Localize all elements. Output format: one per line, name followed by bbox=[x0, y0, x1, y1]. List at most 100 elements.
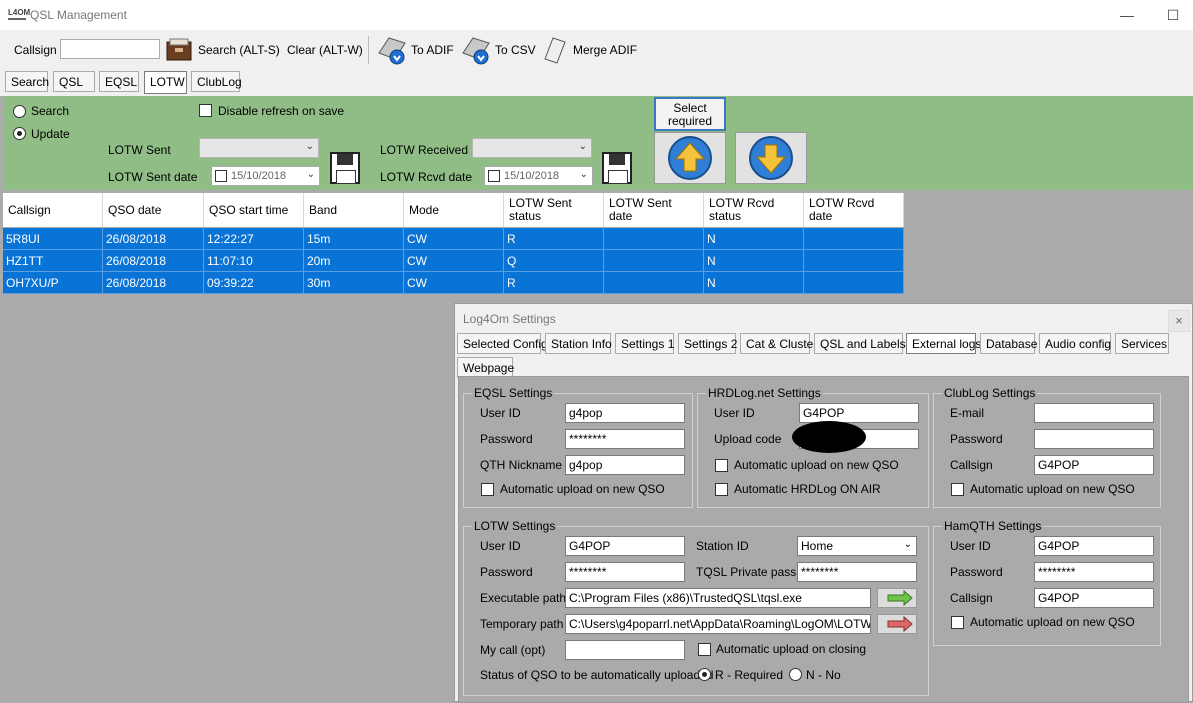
tab-database[interactable]: Database bbox=[980, 333, 1037, 354]
eqsl-auto-upload-checkbox[interactable] bbox=[481, 483, 494, 496]
tab-settings-2[interactable]: Settings 2 bbox=[678, 333, 737, 354]
eqsl-password-input[interactable]: ******** bbox=[565, 429, 685, 449]
hrdlog-onair-checkbox[interactable] bbox=[715, 483, 728, 496]
callsign-input[interactable] bbox=[60, 39, 160, 59]
save-sent-button[interactable] bbox=[330, 152, 360, 184]
toolbar: Callsign Search (ALT-S) Clear (ALT-W) To… bbox=[0, 30, 1193, 70]
radio-label: N - No bbox=[806, 668, 841, 682]
column-header[interactable]: Band bbox=[304, 193, 404, 227]
lotw-rcvd-date-picker[interactable]: 15/10/2018 ⌄ bbox=[484, 166, 593, 186]
auto-upload-closing-checkbox[interactable] bbox=[698, 643, 711, 656]
arrow-down-icon bbox=[749, 136, 793, 180]
eqsl-user-id-input[interactable]: g4pop bbox=[565, 403, 685, 423]
hamqth-callsign-input[interactable]: G4POP bbox=[1034, 588, 1154, 608]
hamqth-user-id-input[interactable]: G4POP bbox=[1034, 536, 1154, 556]
table-row[interactable]: HZ1TT 26/08/2018 11:07:10 20m CW Q N bbox=[3, 250, 904, 272]
tab-eqsl[interactable]: EQSL bbox=[99, 71, 139, 92]
to-csv-button[interactable]: To CSV bbox=[459, 34, 536, 66]
search-button[interactable]: Search (ALT-S) bbox=[164, 34, 280, 66]
search-mode-radio[interactable] bbox=[13, 105, 26, 118]
clublog-password-input[interactable] bbox=[1034, 429, 1154, 449]
move-up-button[interactable] bbox=[654, 132, 726, 184]
update-mode-radio[interactable] bbox=[13, 127, 26, 140]
column-header[interactable]: LOTW Sent date bbox=[604, 193, 704, 227]
column-header[interactable]: QSO start time bbox=[204, 193, 304, 227]
field-label: E-mail bbox=[950, 406, 985, 420]
tab-audio-config[interactable]: Audio config bbox=[1039, 333, 1111, 354]
radio-label: R - Required bbox=[715, 668, 784, 682]
header-label: status bbox=[709, 209, 742, 223]
temporary-path-input[interactable]: C:\Users\g4poparrl.net\AppData\Roaming\L… bbox=[565, 614, 871, 634]
station-id-select[interactable]: Home ⌄ bbox=[797, 536, 917, 556]
tab-lotw[interactable]: LOTW bbox=[144, 71, 187, 94]
cell-band: 20m bbox=[304, 250, 404, 272]
executable-path-input[interactable]: C:\Program Files (x86)\TrustedQSL\tqsl.e… bbox=[565, 588, 871, 608]
clublog-auto-upload-checkbox[interactable] bbox=[951, 483, 964, 496]
tab-selected-config[interactable]: Selected Config bbox=[457, 333, 548, 354]
tab-clublog[interactable]: ClubLog bbox=[191, 71, 242, 92]
tab-cat-cluster[interactable]: Cat & Cluster bbox=[740, 333, 817, 354]
maximize-button[interactable]: ☐ bbox=[1163, 5, 1183, 25]
browse-executable-button[interactable] bbox=[877, 588, 917, 608]
status-required-radio[interactable] bbox=[698, 668, 711, 681]
merge-adif-button[interactable]: Merge ADIF bbox=[541, 34, 637, 66]
field-label: Executable path bbox=[480, 591, 567, 605]
lotw-received-select[interactable]: ⌄ bbox=[472, 138, 592, 158]
column-header[interactable]: LOTW Rcvd status bbox=[704, 193, 804, 227]
field-label: User ID bbox=[950, 539, 991, 553]
to-adif-button[interactable]: To ADIF bbox=[375, 34, 454, 66]
minimize-button[interactable]: — bbox=[1117, 5, 1137, 25]
cell-sent-status: R bbox=[504, 228, 604, 250]
column-header[interactable]: QSO date bbox=[103, 193, 204, 227]
move-down-button[interactable] bbox=[735, 132, 807, 184]
rcvd-date-checkbox[interactable] bbox=[488, 170, 500, 182]
tab-external-logs[interactable]: External logs bbox=[906, 333, 981, 354]
eqsl-qth-input[interactable]: g4pop bbox=[565, 455, 685, 475]
group-title: LOTW Settings bbox=[472, 519, 558, 533]
export-disk-icon bbox=[462, 37, 490, 65]
tab-qsl-labels[interactable]: QSL and Labels bbox=[814, 333, 906, 354]
tab-settings-1[interactable]: Settings 1 bbox=[615, 333, 674, 354]
lotw-rcvd-date-label: LOTW Rcvd date bbox=[380, 170, 473, 184]
dialog-close-button[interactable]: × bbox=[1168, 310, 1190, 332]
lotw-sent-date-picker[interactable]: 15/10/2018 ⌄ bbox=[211, 166, 320, 186]
table-row[interactable]: 5R8UI 26/08/2018 12:22:27 15m CW R N bbox=[3, 228, 904, 250]
column-header[interactable]: LOTW Sent status bbox=[504, 193, 604, 227]
lotw-user-id-input[interactable]: G4POP bbox=[565, 536, 685, 556]
sent-date-checkbox[interactable] bbox=[215, 170, 227, 182]
toolbar-separator bbox=[368, 36, 369, 64]
select-required-button[interactable]: Select required bbox=[654, 97, 726, 131]
column-header[interactable]: Mode bbox=[404, 193, 504, 227]
tqsl-pass-input[interactable]: ******** bbox=[797, 562, 917, 582]
title-bar: L4OM QSL Management — ☐ bbox=[0, 0, 1193, 30]
tab-webpage[interactable]: Webpage bbox=[457, 357, 514, 378]
clublog-callsign-input[interactable]: G4POP bbox=[1034, 455, 1154, 475]
table-row[interactable]: OH7XU/P 26/08/2018 09:39:22 30m CW R N bbox=[3, 272, 904, 294]
column-header[interactable]: Callsign bbox=[3, 193, 103, 227]
cell-qso-date: 26/08/2018 bbox=[103, 228, 204, 250]
chevron-down-icon: ⌄ bbox=[903, 539, 912, 550]
column-header[interactable]: LOTW Rcvd date bbox=[804, 193, 904, 227]
cell-rcvd-date bbox=[804, 250, 904, 272]
browse-temp-button[interactable] bbox=[877, 614, 917, 634]
tab-services[interactable]: Services bbox=[1115, 333, 1169, 354]
header-label: QSO start time bbox=[209, 202, 289, 217]
checkbox-label: Automatic HRDLog ON AIR bbox=[734, 482, 881, 496]
hrdlog-user-id-input[interactable]: G4POP bbox=[799, 403, 919, 423]
hrdlog-auto-upload-checkbox[interactable] bbox=[715, 459, 728, 472]
disable-refresh-checkbox[interactable] bbox=[199, 104, 212, 117]
save-received-button[interactable] bbox=[602, 152, 632, 184]
hamqth-auto-upload-checkbox[interactable] bbox=[951, 616, 964, 629]
clublog-email-input[interactable] bbox=[1034, 403, 1154, 423]
document-icon bbox=[544, 37, 566, 64]
hamqth-password-input[interactable]: ******** bbox=[1034, 562, 1154, 582]
lotw-sent-select[interactable]: ⌄ bbox=[199, 138, 319, 158]
status-no-radio[interactable] bbox=[789, 668, 802, 681]
tab-qsl[interactable]: QSL bbox=[53, 71, 95, 92]
tab-station-info[interactable]: Station Info bbox=[545, 333, 612, 354]
clear-button[interactable]: Clear (ALT-W) bbox=[287, 34, 363, 66]
lotw-password-input[interactable]: ******** bbox=[565, 562, 685, 582]
tab-search[interactable]: Search bbox=[5, 71, 49, 92]
my-call-input[interactable] bbox=[565, 640, 685, 660]
cell-callsign: HZ1TT bbox=[3, 250, 103, 272]
